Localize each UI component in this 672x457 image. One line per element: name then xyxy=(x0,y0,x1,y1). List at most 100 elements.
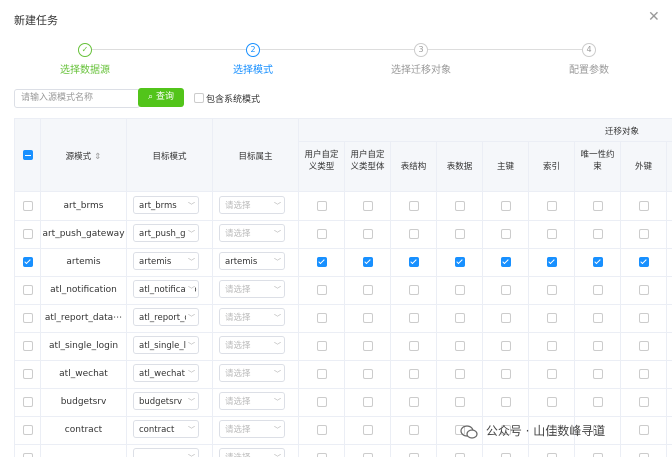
object-checkbox[interactable] xyxy=(317,201,327,211)
row-checkbox[interactable] xyxy=(23,313,33,323)
object-checkbox[interactable] xyxy=(547,201,557,211)
object-checkbox[interactable] xyxy=(639,257,649,267)
object-checkbox[interactable] xyxy=(317,369,327,379)
row-checkbox[interactable] xyxy=(23,397,33,407)
object-checkbox[interactable] xyxy=(593,397,603,407)
row-checkbox[interactable] xyxy=(23,257,33,267)
object-checkbox[interactable] xyxy=(363,257,373,267)
object-checkbox[interactable] xyxy=(455,257,465,267)
target-schema-select[interactable]: atl_notificatio ﹀ xyxy=(133,280,199,298)
object-checkbox[interactable] xyxy=(363,201,373,211)
target-owner-select[interactable]: 请选择 ﹀ xyxy=(219,420,285,438)
object-checkbox[interactable] xyxy=(317,229,327,239)
object-checkbox[interactable] xyxy=(547,229,557,239)
object-checkbox[interactable] xyxy=(593,285,603,295)
object-checkbox[interactable] xyxy=(363,425,373,435)
object-checkbox[interactable] xyxy=(455,313,465,323)
object-checkbox[interactable] xyxy=(317,285,327,295)
object-checkbox[interactable] xyxy=(639,453,649,457)
object-checkbox[interactable] xyxy=(409,341,419,351)
target-owner-select[interactable]: artemis ﹀ xyxy=(219,252,285,270)
object-checkbox[interactable] xyxy=(639,397,649,407)
target-schema-select[interactable]: budgetsrv ﹀ xyxy=(133,392,199,410)
target-schema-select[interactable]: art_brms ﹀ xyxy=(133,196,199,214)
object-checkbox[interactable] xyxy=(363,397,373,407)
object-checkbox[interactable] xyxy=(547,397,557,407)
object-checkbox[interactable] xyxy=(363,229,373,239)
object-checkbox[interactable] xyxy=(455,453,465,457)
close-icon[interactable]: ✕ xyxy=(648,9,660,25)
target-owner-select[interactable]: 请选择 ﹀ xyxy=(219,196,285,214)
target-owner-select[interactable]: 请选择 ﹀ xyxy=(219,308,285,326)
schema-search-input[interactable]: 请输入源模式名称 xyxy=(14,89,140,108)
object-checkbox[interactable] xyxy=(593,341,603,351)
object-checkbox[interactable] xyxy=(363,453,373,457)
object-checkbox[interactable] xyxy=(547,257,557,267)
object-checkbox[interactable] xyxy=(593,201,603,211)
object-checkbox[interactable] xyxy=(455,369,465,379)
object-checkbox[interactable] xyxy=(639,341,649,351)
object-checkbox[interactable] xyxy=(501,341,511,351)
object-checkbox[interactable] xyxy=(593,313,603,323)
target-owner-select[interactable]: 请选择 ﹀ xyxy=(219,392,285,410)
object-checkbox[interactable] xyxy=(455,397,465,407)
object-checkbox[interactable] xyxy=(547,341,557,351)
target-schema-select[interactable]: atl_wechat ﹀ xyxy=(133,364,199,382)
target-schema-select[interactable]: atl_report_da ﹀ xyxy=(133,308,199,326)
object-checkbox[interactable] xyxy=(593,453,603,457)
include-system-checkbox[interactable] xyxy=(194,93,204,103)
object-checkbox[interactable] xyxy=(317,453,327,457)
object-checkbox[interactable] xyxy=(547,313,557,323)
object-checkbox[interactable] xyxy=(363,341,373,351)
row-checkbox[interactable] xyxy=(23,425,33,435)
object-checkbox[interactable] xyxy=(639,229,649,239)
target-owner-select[interactable]: 请选择 ﹀ xyxy=(219,364,285,382)
query-button[interactable]: ⌕ 查询 xyxy=(138,88,184,107)
object-checkbox[interactable] xyxy=(409,201,419,211)
object-checkbox[interactable] xyxy=(593,229,603,239)
object-checkbox[interactable] xyxy=(317,257,327,267)
object-checkbox[interactable] xyxy=(409,285,419,295)
sort-icon[interactable]: ⇕ xyxy=(94,152,101,162)
object-checkbox[interactable] xyxy=(317,397,327,407)
object-checkbox[interactable] xyxy=(501,257,511,267)
row-checkbox[interactable] xyxy=(23,341,33,351)
object-checkbox[interactable] xyxy=(409,257,419,267)
object-checkbox[interactable] xyxy=(455,285,465,295)
select-all-checkbox[interactable] xyxy=(23,150,33,160)
object-checkbox[interactable] xyxy=(317,341,327,351)
object-checkbox[interactable] xyxy=(363,285,373,295)
target-schema-select[interactable]: art_push_gat ﹀ xyxy=(133,224,199,242)
object-checkbox[interactable] xyxy=(501,229,511,239)
object-checkbox[interactable] xyxy=(363,313,373,323)
row-checkbox[interactable] xyxy=(23,201,33,211)
object-checkbox[interactable] xyxy=(501,313,511,323)
row-checkbox[interactable] xyxy=(23,285,33,295)
target-schema-select[interactable]: artemis ﹀ xyxy=(133,252,199,270)
object-checkbox[interactable] xyxy=(501,453,511,457)
object-checkbox[interactable] xyxy=(547,453,557,457)
object-checkbox[interactable] xyxy=(317,313,327,323)
row-checkbox[interactable] xyxy=(23,369,33,379)
object-checkbox[interactable] xyxy=(409,369,419,379)
object-checkbox[interactable] xyxy=(547,369,557,379)
object-checkbox[interactable] xyxy=(547,285,557,295)
target-owner-select[interactable]: 请选择 ﹀ xyxy=(219,224,285,242)
object-checkbox[interactable] xyxy=(501,201,511,211)
target-schema-select[interactable]: atl_single_lo ﹀ xyxy=(133,336,199,354)
object-checkbox[interactable] xyxy=(639,425,649,435)
object-checkbox[interactable] xyxy=(639,369,649,379)
object-checkbox[interactable] xyxy=(455,201,465,211)
object-checkbox[interactable] xyxy=(455,341,465,351)
object-checkbox[interactable] xyxy=(639,285,649,295)
object-checkbox[interactable] xyxy=(639,313,649,323)
row-checkbox[interactable] xyxy=(23,453,33,457)
object-checkbox[interactable] xyxy=(593,369,603,379)
object-checkbox[interactable] xyxy=(501,285,511,295)
object-checkbox[interactable] xyxy=(409,397,419,407)
target-owner-select[interactable]: 请选择 ﹀ xyxy=(219,280,285,298)
object-checkbox[interactable] xyxy=(409,425,419,435)
target-schema-select[interactable]: contract ﹀ xyxy=(133,420,199,438)
target-owner-select[interactable]: 请选择 ﹀ xyxy=(219,336,285,354)
object-checkbox[interactable] xyxy=(455,229,465,239)
